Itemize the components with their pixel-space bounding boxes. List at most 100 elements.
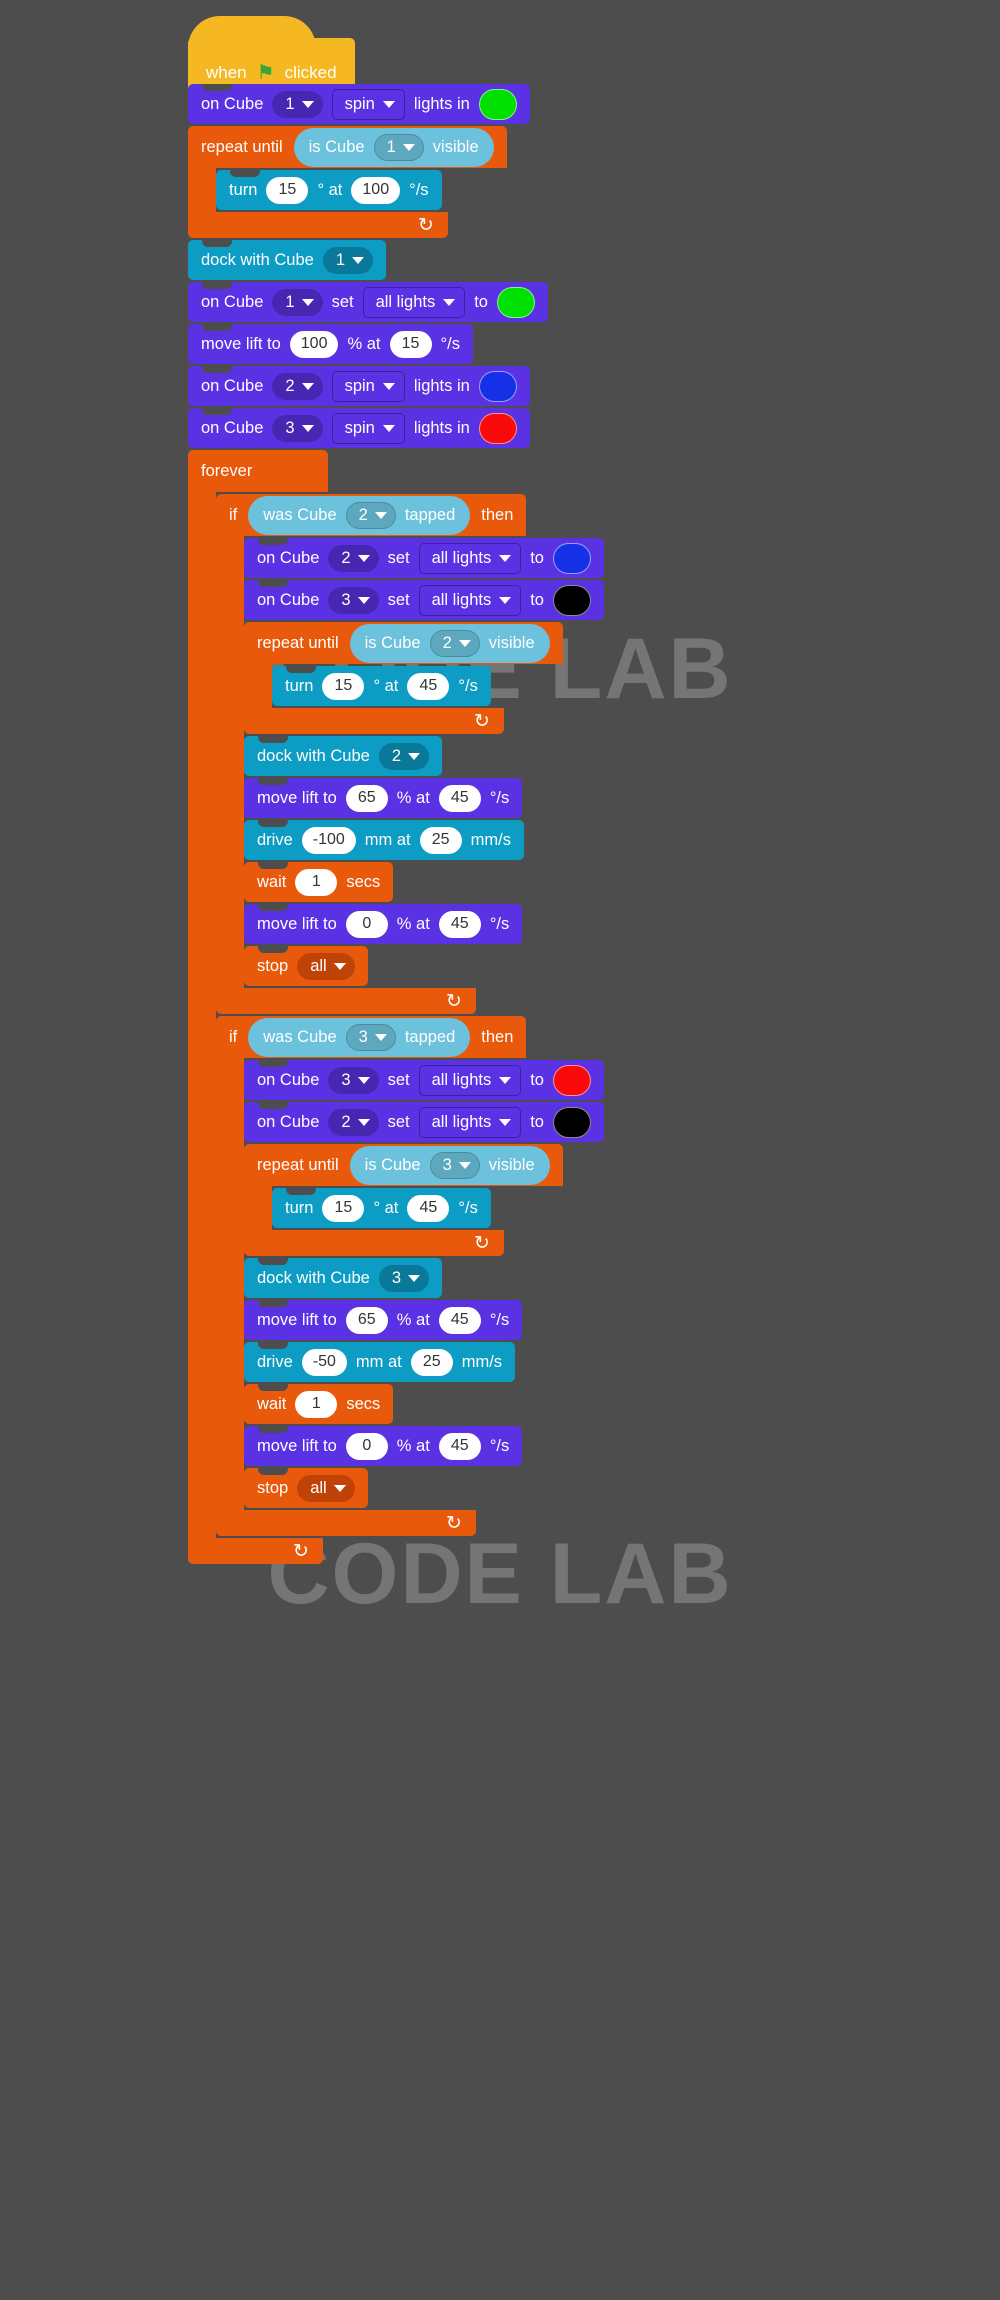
c-block-header[interactable]: if was Cube 3 tapped then [216, 1016, 527, 1058]
block-move-lift[interactable]: move lift to 0 % at 45 °/s [244, 904, 523, 944]
stop-target-dropdown[interactable]: all [297, 952, 355, 980]
block-turn[interactable]: turn 15 ° at 45 °/s [272, 1188, 491, 1228]
light-color-swatch[interactable] [478, 370, 517, 402]
block-stop[interactable]: stop all [244, 946, 368, 986]
cube-dropdown[interactable]: 3 [378, 1264, 429, 1292]
lights-dropdown[interactable]: all lights [418, 584, 522, 616]
turn-speed-input[interactable]: 45 [407, 672, 450, 700]
visible-condition[interactable]: is Cube 3 visible [349, 1145, 550, 1185]
cube-dropdown[interactable]: 2 [328, 544, 379, 572]
light-color-swatch[interactable] [552, 584, 591, 616]
block-dock[interactable]: dock with Cube 2 [244, 736, 442, 776]
stop-target-dropdown[interactable]: all [297, 1474, 355, 1502]
wait-seconds-input[interactable]: 1 [295, 868, 338, 896]
action-dropdown[interactable]: spin [331, 88, 405, 120]
on-cube-label: on Cube [201, 418, 264, 437]
block-cube-spin-lights[interactable]: on Cube 2 spin lights in [188, 366, 530, 406]
lift-percent-input[interactable]: 65 [345, 784, 388, 812]
lift-speed-input[interactable]: 45 [438, 910, 481, 938]
block-turn[interactable]: turn 15 ° at 45 °/s [272, 666, 491, 706]
chevron-down-icon [357, 554, 370, 562]
block-cube-spin-lights[interactable]: on Cube 1 spin lights in [188, 84, 530, 124]
block-move-lift[interactable]: move lift to 100 % at 15 °/s [188, 324, 473, 364]
block-dock[interactable]: dock with Cube 3 [244, 1258, 442, 1298]
lift-speed-input[interactable]: 45 [438, 1306, 481, 1334]
block-cube-set-lights[interactable]: on Cube 1 set all lights to [188, 282, 548, 322]
percent-at-label: % at [396, 788, 430, 807]
turn-degrees-input[interactable]: 15 [322, 1194, 365, 1222]
drive-speed-input[interactable]: 25 [410, 1348, 453, 1376]
block-move-lift[interactable]: move lift to 65 % at 45 °/s [244, 1300, 523, 1340]
block-turn[interactable]: turn 15 ° at 100 °/s [216, 170, 442, 210]
dropdown-value: all lights [431, 1070, 492, 1089]
wait-seconds-input[interactable]: 1 [295, 1390, 338, 1418]
lift-speed-input[interactable]: 45 [438, 784, 481, 812]
cube-dropdown[interactable]: 1 [272, 288, 323, 316]
light-color-swatch[interactable] [478, 88, 517, 120]
block-move-lift[interactable]: move lift to 65 % at 45 °/s [244, 778, 523, 818]
cube-dropdown[interactable]: 3 [345, 1023, 396, 1051]
block-cube-set-lights[interactable]: on Cube 2 set all lights to [244, 538, 604, 578]
block-wait[interactable]: wait 1 secs [244, 1384, 394, 1424]
cube-dropdown[interactable]: 2 [272, 372, 323, 400]
block-wait[interactable]: wait 1 secs [244, 862, 394, 902]
light-color-swatch[interactable] [478, 412, 517, 444]
tapped-condition[interactable]: was Cube 3 tapped [248, 1017, 471, 1057]
lights-dropdown[interactable]: all lights [418, 1064, 522, 1096]
lights-dropdown[interactable]: all lights [362, 286, 466, 318]
lift-speed-input[interactable]: 45 [438, 1432, 481, 1460]
drive-distance-input[interactable]: -50 [301, 1348, 347, 1376]
cube-dropdown[interactable]: 1 [322, 246, 373, 274]
lift-percent-input[interactable]: 0 [345, 1432, 388, 1460]
cube-dropdown[interactable]: 2 [429, 629, 480, 657]
tapped-condition[interactable]: was Cube 2 tapped [248, 495, 471, 535]
lights-dropdown[interactable]: all lights [418, 1106, 522, 1138]
drive-distance-input[interactable]: -100 [301, 826, 356, 854]
turn-degrees-input[interactable]: 15 [322, 672, 365, 700]
turn-speed-input[interactable]: 45 [407, 1194, 450, 1222]
dropdown-value: 3 [341, 590, 351, 609]
visible-condition[interactable]: is Cube 1 visible [293, 127, 494, 167]
lights-dropdown[interactable]: all lights [418, 542, 522, 574]
c-block-spine [188, 168, 216, 212]
cube-dropdown[interactable]: 1 [272, 90, 323, 118]
block-dock[interactable]: dock with Cube 1 [188, 240, 386, 280]
turn-degrees-input[interactable]: 15 [266, 176, 309, 204]
cube-dropdown[interactable]: 2 [345, 501, 396, 529]
cube-dropdown[interactable]: 2 [378, 742, 429, 770]
c-block-header[interactable]: repeat until is Cube 2 visible [244, 622, 563, 664]
c-block-header[interactable]: repeat until is Cube 1 visible [188, 126, 507, 168]
lift-percent-input[interactable]: 100 [289, 330, 339, 358]
block-cube-set-lights[interactable]: on Cube 2 set all lights to [244, 1102, 604, 1142]
lift-percent-input[interactable]: 65 [345, 1306, 388, 1334]
repeat-until-label: repeat until [257, 1155, 339, 1174]
light-color-swatch[interactable] [552, 1064, 591, 1096]
visible-condition[interactable]: is Cube 2 visible [349, 623, 550, 663]
c-block-header[interactable]: if was Cube 2 tapped then [216, 494, 527, 536]
block-cube-set-lights[interactable]: on Cube 3 set all lights to [244, 1060, 604, 1100]
block-stop[interactable]: stop all [244, 1468, 368, 1508]
lift-percent-input[interactable]: 0 [345, 910, 388, 938]
cube-dropdown[interactable]: 2 [328, 1108, 379, 1136]
cube-dropdown[interactable]: 1 [373, 133, 424, 161]
cube-dropdown[interactable]: 3 [328, 1066, 379, 1094]
light-color-swatch[interactable] [552, 1106, 591, 1138]
action-dropdown[interactable]: spin [331, 370, 405, 402]
block-drive[interactable]: drive -100 mm at 25 mm/s [244, 820, 524, 860]
lift-speed-input[interactable]: 15 [389, 330, 432, 358]
block-cube-spin-lights[interactable]: on Cube 3 spin lights in [188, 408, 530, 448]
cube-dropdown[interactable]: 3 [328, 586, 379, 614]
block-cube-set-lights[interactable]: on Cube 3 set all lights to [244, 580, 604, 620]
block-script-canvas[interactable]: when ⚑ clicked on Cube 1 spin lights in repeat … [0, 0, 1000, 2300]
light-color-swatch[interactable] [496, 286, 535, 318]
drive-speed-input[interactable]: 25 [419, 826, 462, 854]
action-dropdown[interactable]: spin [331, 412, 405, 444]
c-block-header[interactable]: repeat until is Cube 3 visible [244, 1144, 563, 1186]
cube-dropdown[interactable]: 3 [272, 414, 323, 442]
light-color-swatch[interactable] [552, 542, 591, 574]
turn-speed-input[interactable]: 100 [351, 176, 401, 204]
block-drive[interactable]: drive -50 mm at 25 mm/s [244, 1342, 516, 1382]
cube-dropdown[interactable]: 3 [429, 1151, 480, 1179]
c-block-header[interactable]: forever [188, 450, 328, 492]
block-move-lift[interactable]: move lift to 0 % at 45 °/s [244, 1426, 523, 1466]
